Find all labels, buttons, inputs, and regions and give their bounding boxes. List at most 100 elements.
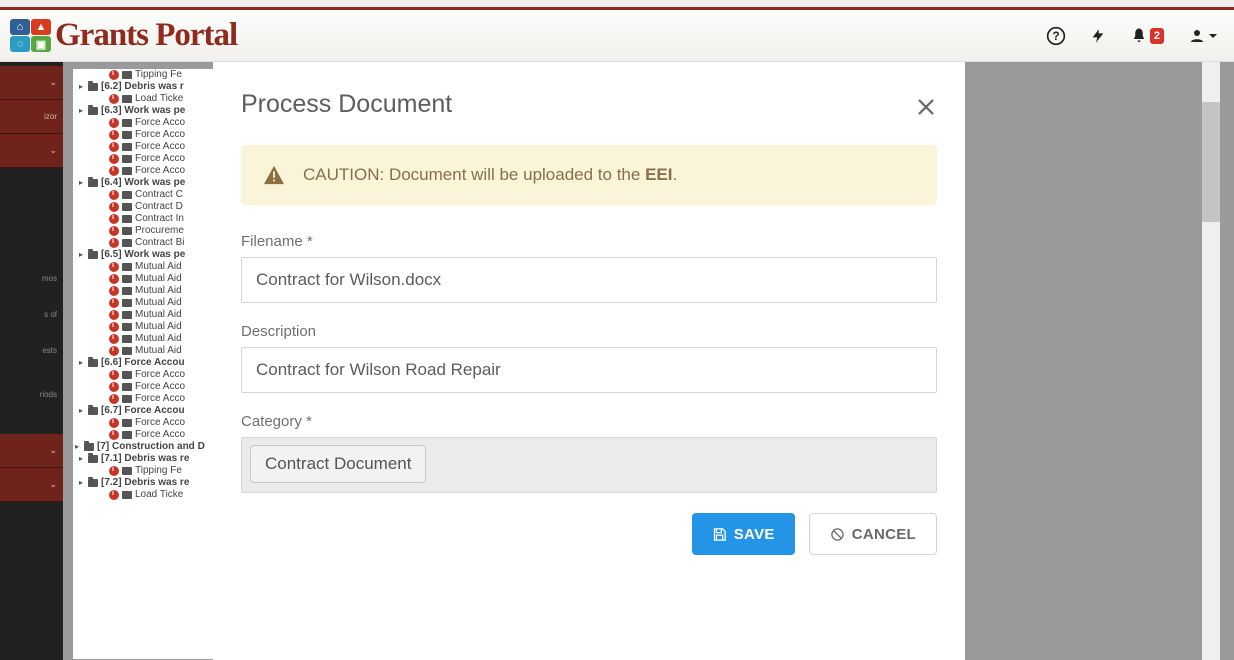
nav-item[interactable] [0,212,63,256]
cancel-button[interactable]: CANCEL [809,513,937,555]
brand-name: Grants Portal [55,17,237,54]
folder-icon [88,107,98,115]
user-menu-icon[interactable] [1188,26,1218,46]
tree-item[interactable]: Force Acco [73,429,220,441]
bolt-icon[interactable] [1090,26,1106,46]
save-button[interactable]: SAVE [692,513,795,555]
tree-folder[interactable]: [7] Construction and D [73,441,220,453]
tree-item[interactable]: Mutual Aid [73,297,220,309]
nav-item[interactable]: izor [0,100,63,134]
cancel-icon [830,527,845,542]
document-tree[interactable]: Tipping Fe[6.2] Debris was rLoad Ticke[6… [73,69,221,659]
nav-item[interactable] [0,168,63,212]
tree-item[interactable]: Mutual Aid [73,333,220,345]
tree-item[interactable]: Mutual Aid [73,321,220,333]
folder-icon [122,275,132,283]
nav-item[interactable]: mos [0,256,63,300]
tree-item[interactable]: Mutual Aid [73,309,220,321]
description-input[interactable] [241,347,937,393]
page-backdrop: ⌄ izor ⌄ mos s of ests riods ⌄ ⌄ Tipping… [0,62,1234,660]
folder-icon [122,227,132,235]
nav-item[interactable]: ⌄ [0,66,63,100]
tree-item[interactable]: Force Acco [73,165,220,177]
info-icon [109,154,119,164]
filename-input[interactable] [241,257,937,303]
nav-item[interactable]: s of [0,300,63,328]
top-strip [0,0,1234,7]
header-bar: ⌂▲◌▣ Grants Portal ? 2 [0,7,1234,62]
tree-item[interactable]: Force Acco [73,129,220,141]
folder-icon [122,347,132,355]
description-label: Description [241,323,937,340]
nav-item[interactable]: riods [0,372,63,416]
tree-item[interactable]: Mutual Aid [73,345,220,357]
tree-folder[interactable]: [6.3] Work was pe [73,105,220,117]
folder-icon [88,359,98,367]
folder-icon [88,407,98,415]
folder-icon [122,431,132,439]
tree-item[interactable]: Force Acco [73,417,220,429]
help-icon[interactable]: ? [1046,26,1066,46]
modal-title: Process Document [241,90,452,119]
tree-item[interactable]: Mutual Aid [73,285,220,297]
tree-item[interactable]: Contract Bi [73,237,220,249]
scrollbar-thumb[interactable] [1202,102,1220,222]
notifications-icon[interactable]: 2 [1130,26,1164,46]
folder-icon [122,299,132,307]
info-icon [109,214,119,224]
info-icon [109,298,119,308]
category-select[interactable]: Contract Document [241,437,937,493]
tree-item[interactable]: Contract D [73,201,220,213]
info-icon [109,142,119,152]
brand-logo[interactable]: ⌂▲◌▣ Grants Portal [10,17,237,54]
tree-folder[interactable]: [6.2] Debris was r [73,81,220,93]
tree-item[interactable]: Mutual Aid [73,261,220,273]
folder-icon [122,419,132,427]
tree-item[interactable]: Procureme [73,225,220,237]
info-icon [109,274,119,284]
folder-icon [88,479,98,487]
nav-item[interactable]: ⌄ [0,468,63,502]
nav-item[interactable]: ests [0,328,63,372]
header-icons: ? 2 [1046,26,1218,46]
folder-icon [122,167,132,175]
tree-item[interactable]: Force Acco [73,141,220,153]
nav-item[interactable]: ⌄ [0,434,63,468]
tree-item[interactable]: Force Acco [73,381,220,393]
folder-icon [122,143,132,151]
left-nav-collapsed: ⌄ izor ⌄ mos s of ests riods ⌄ ⌄ [0,62,63,660]
tree-item[interactable]: Force Acco [73,369,220,381]
tree-item[interactable]: Force Acco [73,393,220,405]
save-icon [712,527,727,542]
tree-folder[interactable]: [6.6] Force Accou [73,357,220,369]
tree-item[interactable]: Load Ticke [73,489,220,501]
tree-item[interactable]: Force Acco [73,117,220,129]
tree-item[interactable]: Contract C [73,189,220,201]
folder-icon [84,443,94,451]
folder-icon [122,131,132,139]
folder-icon [88,455,98,463]
tree-item[interactable]: Contract In [73,213,220,225]
scrollbar[interactable] [1202,62,1220,660]
info-icon [109,310,119,320]
info-icon [109,226,119,236]
tree-folder[interactable]: [7.1] Debris was re [73,453,220,465]
nav-item[interactable]: ⌄ [0,134,63,168]
tree-folder[interactable]: [6.7] Force Accou [73,405,220,417]
tree-item[interactable]: Tipping Fe [73,465,220,477]
tree-folder[interactable]: [6.5] Work was pe [73,249,220,261]
tree-item[interactable]: Force Acco [73,153,220,165]
tree-folder[interactable]: [7.2] Debris was re [73,477,220,489]
folder-icon [122,119,132,127]
close-icon[interactable] [915,91,937,117]
tree-folder[interactable]: [6.4] Work was pe [73,177,220,189]
category-chip[interactable]: Contract Document [250,445,426,483]
folder-icon [122,263,132,271]
folder-icon [122,95,132,103]
folder-icon [122,383,132,391]
tree-item[interactable]: Tipping Fe [73,69,220,81]
folder-icon [122,215,132,223]
tree-item[interactable]: Load Ticke [73,93,220,105]
folder-icon [122,155,132,163]
tree-item[interactable]: Mutual Aid [73,273,220,285]
